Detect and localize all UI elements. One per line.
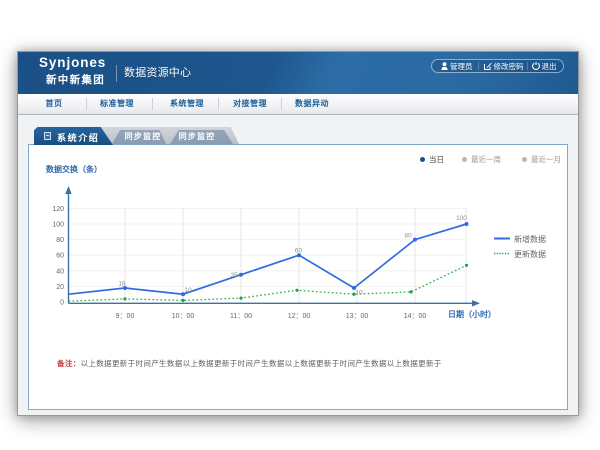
svg-text:120: 120 [52, 206, 64, 213]
svg-text:10: 10 [355, 290, 363, 297]
svg-text:13：00: 13：00 [346, 313, 369, 320]
svg-text:10: 10 [184, 287, 192, 294]
svg-text:10：00: 10：00 [172, 313, 195, 320]
svg-text:100: 100 [52, 222, 64, 229]
svg-text:35: 35 [230, 272, 238, 279]
svg-text:9：00: 9：00 [116, 313, 135, 320]
svg-text:20: 20 [56, 284, 64, 291]
svg-text:更新数据: 更新数据 [514, 249, 546, 259]
svg-text:0: 0 [60, 300, 64, 307]
svg-text:14：00: 14：00 [404, 313, 427, 320]
svg-text:60: 60 [295, 248, 303, 255]
svg-text:11：00: 11：00 [230, 313, 252, 320]
svg-text:80: 80 [404, 233, 412, 240]
svg-text:60: 60 [56, 253, 64, 260]
svg-text:12：00: 12：00 [288, 313, 311, 320]
svg-text:40: 40 [56, 268, 64, 275]
svg-text:100: 100 [456, 215, 467, 222]
svg-text:新增数据: 新增数据 [514, 234, 546, 244]
svg-text:80: 80 [56, 237, 64, 244]
svg-text:18: 18 [118, 281, 126, 288]
